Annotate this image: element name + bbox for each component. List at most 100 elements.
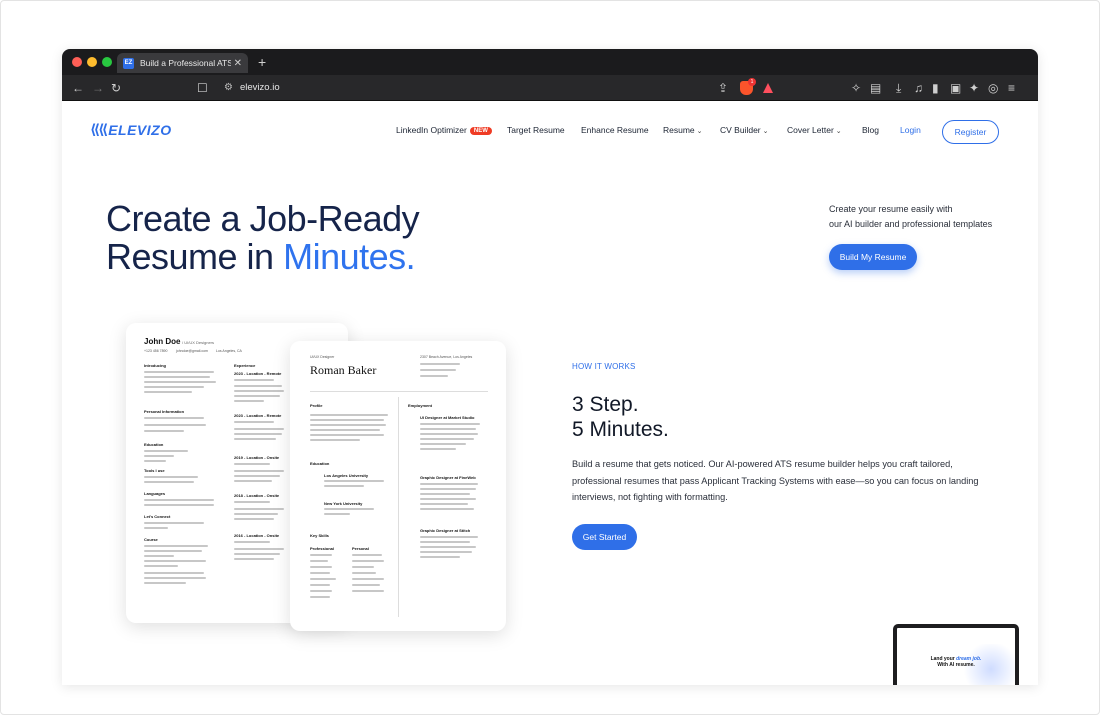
- hero-title: Create a Job-Ready Resume in Minutes.: [106, 198, 420, 277]
- new-tab-icon[interactable]: +: [258, 53, 266, 71]
- nav-label: Resume: [663, 125, 695, 135]
- new-badge: NEW: [469, 127, 492, 135]
- forward-arrow-icon[interactable]: →: [92, 75, 104, 101]
- site-favicon-icon: EZ: [123, 57, 134, 69]
- nav-cv-builder[interactable]: CV Builder ⌄: [720, 125, 769, 135]
- register-button[interactable]: Register: [942, 120, 999, 144]
- resume-section-heading: Introducing: [144, 363, 166, 368]
- text-line: [234, 438, 276, 440]
- text-line: [310, 424, 386, 426]
- elevizo-logo[interactable]: ⟪⟪ ELEVIZO: [90, 121, 172, 138]
- divider: [398, 397, 399, 617]
- menu-icon[interactable]: ≡: [1008, 75, 1015, 101]
- text-line: [310, 560, 328, 562]
- maximize-window-button[interactable]: [102, 57, 112, 67]
- extensions-icon[interactable]: ✧: [851, 75, 861, 101]
- text-line: [324, 485, 364, 487]
- resume-section-heading: Personal Information: [144, 409, 185, 414]
- how-it-works-label: HOW IT WORKS: [572, 362, 636, 371]
- how-title-line1: 3 Step.: [572, 393, 639, 416]
- text-line: [420, 448, 456, 450]
- back-arrow-icon[interactable]: ←: [72, 75, 84, 101]
- text-line: [420, 493, 470, 495]
- laptop-headline: Land your dream job. With AI resume.: [897, 656, 1015, 668]
- experience-entry: 2018 - Location - Onsite: [234, 493, 280, 498]
- text-line: [420, 483, 478, 485]
- minimize-window-button[interactable]: [87, 57, 97, 67]
- text-line: [420, 536, 478, 538]
- resume-contact: +123 456 7890: [144, 349, 168, 353]
- tab-close-icon[interactable]: ✕: [234, 58, 242, 69]
- text-line: [420, 363, 460, 365]
- resume-role: / UI/UX Designers: [182, 340, 215, 345]
- resume-section-heading: Education: [310, 461, 330, 466]
- resume-address: 2307 Beach Avenue, Los Angeles: [420, 355, 473, 359]
- resume-preview-roman-baker: UI/UX Designer Roman Baker 2307 Beach Av…: [290, 341, 506, 631]
- hero-subtitle-line2: our AI builder and professional template…: [829, 219, 993, 229]
- text-line: [234, 553, 280, 555]
- text-line: [144, 481, 194, 483]
- get-started-button[interactable]: Get Started: [572, 524, 637, 550]
- build-my-resume-button[interactable]: Build My Resume: [829, 244, 917, 270]
- nav-linkedin-optimizer[interactable]: LinkedIn Optimizer NEW: [396, 125, 492, 135]
- divider: [310, 391, 488, 392]
- hero-title-line1: Create a Job-Ready: [106, 198, 420, 239]
- text-line: [420, 498, 476, 500]
- url-field[interactable]: elevizo.io: [240, 75, 280, 101]
- text-line: [234, 513, 278, 515]
- downloads-icon[interactable]: ⤓: [896, 75, 901, 101]
- text-line: [352, 590, 384, 592]
- employment-entry: Graphic Designer at FineWeb: [420, 475, 476, 480]
- nav-enhance-resume[interactable]: Enhance Resume: [581, 125, 649, 135]
- resume-section-heading: Experience: [234, 363, 256, 368]
- text-line: [324, 480, 384, 482]
- text-line: [144, 572, 204, 574]
- text-line: [234, 558, 274, 560]
- laptop-line2: With AI resume.: [937, 662, 975, 668]
- text-line: [420, 438, 474, 440]
- text-line: [420, 433, 478, 435]
- text-line: [234, 518, 274, 520]
- text-line: [234, 385, 282, 387]
- text-line: [420, 508, 474, 510]
- brave-rewards-icon[interactable]: [763, 83, 773, 93]
- nav-blog[interactable]: Blog: [862, 125, 879, 135]
- resume-section-heading: Key Skills: [310, 533, 329, 538]
- text-line: [144, 499, 214, 501]
- bookmark-icon[interactable]: ☐: [197, 75, 208, 101]
- reader-mode-icon[interactable]: ▤: [870, 75, 881, 101]
- text-line: [352, 566, 374, 568]
- text-line: [144, 417, 204, 419]
- login-link[interactable]: Login: [900, 125, 921, 135]
- text-line: [144, 545, 208, 547]
- close-window-button[interactable]: [72, 57, 82, 67]
- nav-label: CV Builder: [720, 125, 761, 135]
- text-line: [352, 572, 376, 574]
- wallet-icon[interactable]: ▣: [950, 75, 961, 101]
- playlist-icon[interactable]: ♫: [914, 75, 923, 101]
- site-settings-icon[interactable]: ⚙: [224, 75, 233, 101]
- text-line: [234, 480, 272, 482]
- nav-label: LinkedIn Optimizer: [396, 125, 467, 135]
- reload-icon[interactable]: ↻: [111, 75, 121, 101]
- text-line: [310, 434, 384, 436]
- nav-cover-letter[interactable]: Cover Letter ⌄: [787, 125, 842, 135]
- how-it-works-description: Build a resume that gets noticed. Our AI…: [572, 459, 979, 502]
- laptop-illustration: Land your dream job. With AI resume.: [893, 624, 1019, 685]
- share-icon[interactable]: ⇪: [718, 75, 728, 101]
- browser-tab[interactable]: EZ Build a Professional ATS-Frien ✕: [117, 53, 248, 73]
- nav-resume[interactable]: Resume ⌄: [663, 125, 703, 135]
- text-line: [144, 550, 202, 552]
- leo-ai-icon[interactable]: ✦: [969, 75, 979, 101]
- text-line: [310, 419, 384, 421]
- text-line: [234, 395, 280, 397]
- nav-target-resume[interactable]: Target Resume: [507, 125, 565, 135]
- skills-column-heading: Professional: [310, 546, 335, 551]
- resume-label: UI/UX Designer: [310, 355, 335, 359]
- text-line: [144, 476, 198, 478]
- vpn-icon[interactable]: ◎: [988, 75, 998, 101]
- hero-title-line2: Resume in: [106, 236, 284, 277]
- text-line: [144, 577, 206, 579]
- sidebar-icon[interactable]: ▮: [932, 75, 939, 101]
- text-line: [144, 460, 166, 462]
